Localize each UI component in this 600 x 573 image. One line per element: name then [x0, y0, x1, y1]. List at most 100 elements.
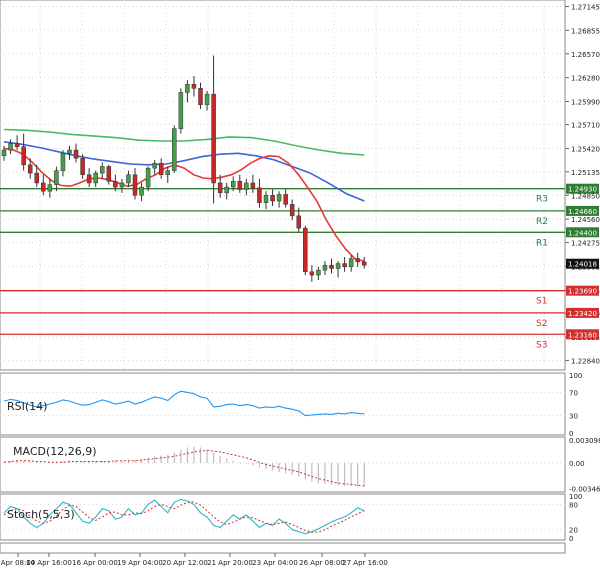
candle-body: [198, 88, 203, 106]
macd-tick-label: 0.003098: [569, 437, 600, 445]
candle-body: [289, 204, 295, 217]
price-tick-label: 1.27145: [571, 4, 600, 12]
price-tick-label: 1.26570: [571, 51, 600, 59]
candle-body: [132, 174, 138, 196]
candle-body: [263, 195, 269, 203]
price-tick-label: 1.25420: [571, 145, 600, 153]
candle-body: [335, 263, 341, 269]
candle-body: [113, 181, 118, 188]
level-price-tag-label: 1.24930: [568, 186, 597, 194]
current-price-label: 1.24018: [568, 261, 597, 269]
candle-body: [342, 263, 347, 268]
candle-body: [21, 146, 26, 166]
stoch-tick-label: 100: [569, 493, 582, 501]
candle-body: [67, 149, 72, 154]
candle-body: [86, 174, 92, 184]
candle-body: [270, 195, 275, 202]
level-label-r1: R1: [536, 238, 548, 248]
candle-body: [100, 166, 105, 174]
level-label-r2: R2: [536, 217, 548, 227]
stoch-label: Stoch(5,5,3): [7, 508, 75, 521]
candle-body: [303, 227, 308, 273]
candle-body: [41, 182, 46, 192]
level-label-r3: R3: [536, 195, 548, 205]
candle-body: [355, 258, 360, 263]
level-label-s2: S2: [536, 319, 547, 329]
candle-body: [244, 182, 249, 190]
candle-body: [329, 264, 334, 269]
candle-body: [93, 172, 98, 184]
level-price-tag-label: 1.24400: [568, 229, 597, 237]
chart-background: [0, 0, 600, 573]
level-price-tag-label: 1.23160: [568, 331, 597, 339]
time-tick-label: 20 Apr 12:00: [162, 559, 208, 567]
candle-body: [204, 93, 210, 106]
candle-body: [1, 149, 7, 157]
candle-body: [8, 143, 13, 151]
candle-body: [296, 215, 301, 229]
candle-body: [47, 184, 53, 192]
candle-body: [54, 170, 59, 185]
candle-body: [348, 258, 354, 268]
price-tick-label: 1.22840: [571, 358, 600, 366]
level-price-tag-label: 1.23690: [568, 288, 597, 296]
macd-label: MACD(12,26,9): [13, 445, 97, 458]
rsi-tick-label: 100: [569, 372, 582, 380]
macd-tick-label: 0.00: [569, 460, 585, 468]
candle-body: [250, 182, 256, 189]
level-price-tag-label: 1.24660: [568, 208, 597, 216]
candle-body: [211, 93, 216, 184]
candle-body: [145, 167, 151, 188]
candle-body: [60, 153, 66, 171]
candle-body: [257, 187, 262, 203]
level-label-s1: S1: [536, 297, 547, 307]
candle-body: [106, 166, 112, 182]
time-tick-label: 14 Apr 16:00: [26, 559, 72, 567]
candle-body: [73, 149, 79, 159]
price-axis: 1.27145 1.26855 1.26570 1.26280 1.25990 1.257…: [565, 4, 600, 366]
candle-body: [152, 162, 157, 169]
candle-body: [231, 181, 236, 188]
candle-body: [309, 271, 315, 276]
rsi-label: RSI(14): [7, 400, 47, 413]
stoch-tick-label: 80: [569, 501, 578, 509]
candle-body: [322, 264, 328, 271]
price-tick-label: 1.24560: [571, 216, 600, 224]
rsi-tick-label: 70: [569, 389, 578, 397]
time-tick-label: 21 Apr 20:00: [207, 559, 253, 567]
candle-body: [165, 170, 170, 175]
stoch-tick-label: 0: [569, 535, 573, 543]
time-tick-label: 16 Apr 00:00: [72, 559, 118, 567]
time-tick-label: 23 Apr 04:00: [252, 559, 298, 567]
price-tick-label: 1.25135: [571, 169, 600, 177]
candle-body: [316, 269, 321, 276]
price-tick-label: 1.24275: [571, 240, 600, 248]
candle-body: [34, 172, 39, 184]
candle-body: [14, 143, 20, 148]
level-label-s3: S3: [536, 340, 547, 350]
candle-body: [224, 186, 229, 194]
price-tick-label: 1.26280: [571, 75, 600, 83]
forex-chart[interactable]: R3 R2 R1 S1 S2 S3 RSI(14) MACD(12,26,9) Stoch…: [0, 0, 600, 573]
time-tick-label: 19 Apr 04:00: [117, 559, 163, 567]
price-tick-label: 1.25710: [571, 122, 600, 130]
price-tick-label: 1.26855: [571, 27, 600, 35]
candle-body: [80, 158, 85, 175]
candle-body: [283, 194, 288, 205]
rsi-tick-label: 30: [569, 413, 578, 421]
time-tick-label: 27 Apr 16:00: [342, 559, 388, 567]
candle-body: [217, 182, 223, 194]
candle-body: [126, 174, 131, 184]
candle-body: [362, 261, 367, 266]
price-tick-label: 1.25990: [571, 99, 600, 107]
level-price-tag-label: 1.23420: [568, 310, 597, 318]
stoch-tick-label: 20: [569, 527, 578, 535]
candle-body: [27, 164, 33, 174]
candle-body: [172, 128, 177, 171]
candle-body: [185, 83, 190, 93]
candle-body: [178, 92, 184, 129]
time-tick-label: 26 Apr 08:00: [299, 559, 345, 567]
candle-body: [191, 83, 197, 89]
candle-body: [237, 181, 243, 190]
candle-body: [158, 162, 164, 175]
